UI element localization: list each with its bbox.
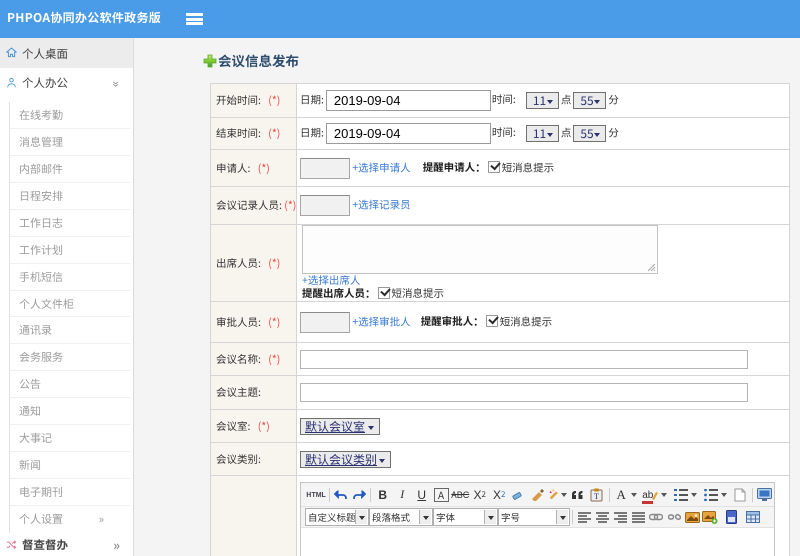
svg-text:T: T [594,492,599,501]
